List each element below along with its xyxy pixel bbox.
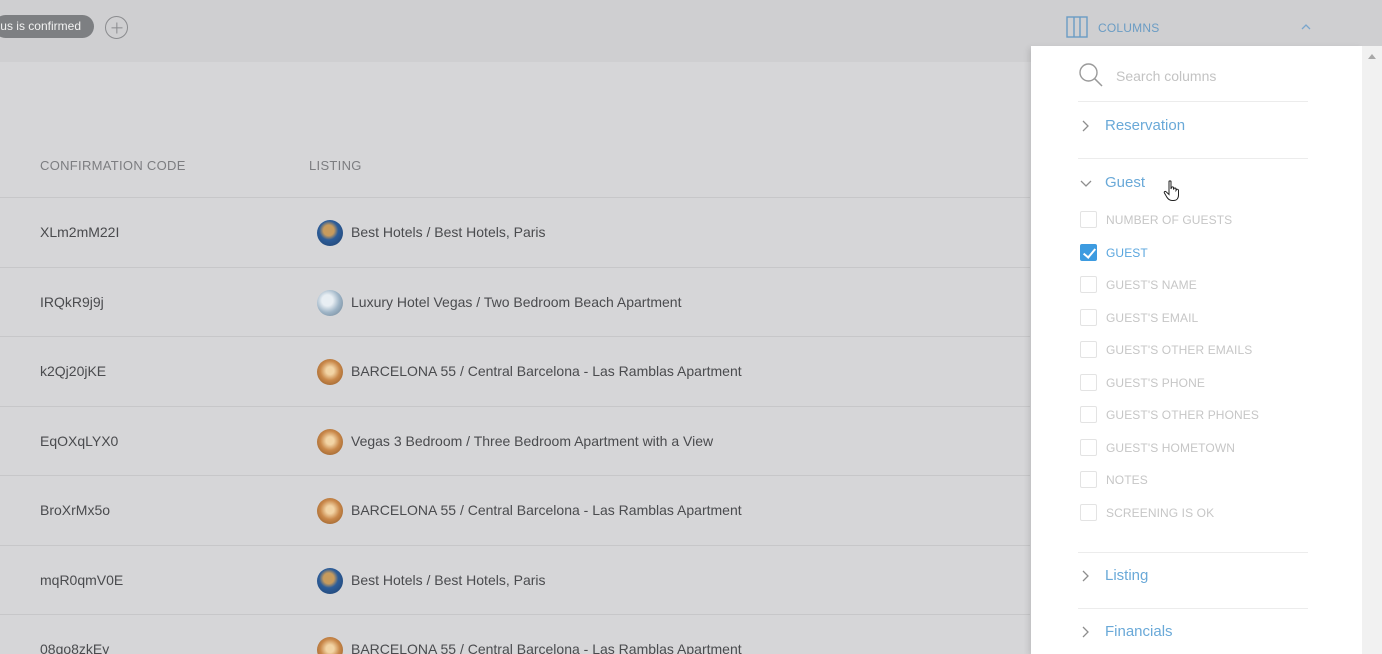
column-option-label: GUEST'S NAME [1106, 278, 1197, 292]
table-row[interactable]: EqOXqLYX0 Vegas 3 Bedroom / Three Bedroom… [0, 407, 1030, 476]
listing-name: Best Hotels / Best Hotels, Paris [351, 571, 546, 588]
column-option[interactable]: NUMBER OF GUESTS [1078, 210, 1308, 232]
group-listing[interactable]: Listing [1078, 567, 1308, 589]
listing-name: Luxury Hotel Vegas / Two Bedroom Beach A… [351, 293, 682, 310]
chevron-up-icon [1300, 20, 1312, 38]
table-row[interactable]: IRQkR9j9j Luxury Hotel Vegas / Two Bedroo… [0, 268, 1030, 337]
confirmation-code: EqOXqLYX0 [40, 432, 119, 449]
group-financials[interactable]: Financials [1078, 623, 1308, 645]
filter-chip[interactable]: us is confirmed [0, 15, 94, 38]
column-option[interactable]: SCREENING IS OK [1078, 503, 1308, 525]
column-option-label: NUMBER OF GUESTS [1106, 213, 1233, 227]
group-reservation[interactable]: Reservation [1078, 117, 1308, 139]
chevron-right-icon [1080, 119, 1092, 138]
column-checkbox[interactable] [1080, 243, 1097, 261]
divider [1078, 608, 1308, 609]
add-filter-button[interactable] [105, 16, 128, 39]
search-icon [1078, 62, 1104, 93]
table-header: CONFIRMATION CODE LISTING [0, 130, 1030, 198]
group-guest[interactable]: Guest [1078, 174, 1308, 196]
column-option-label: GUEST'S OTHER EMAILS [1106, 343, 1253, 357]
column-option[interactable]: GUEST'S HOMETOWN [1078, 438, 1308, 460]
group-label-listing: Listing [1105, 567, 1149, 584]
table-row[interactable]: 08qo8zkEy BARCELONA 55 / Central Barcelon… [0, 615, 1030, 654]
table-row[interactable]: k2Qj20jKE BARCELONA 55 / Central Barcelon… [0, 337, 1030, 407]
column-checkbox[interactable] [1080, 471, 1097, 488]
listing-thumbnail [317, 567, 343, 594]
listing-name: BARCELONA 55 / Central Barcelona - Las R… [351, 363, 742, 379]
scroll-up-icon[interactable] [1368, 54, 1376, 59]
header-confirmation-code[interactable]: CONFIRMATION CODE [40, 158, 186, 173]
column-option-label: GUEST'S HOMETOWN [1106, 440, 1236, 455]
columns-icon [1066, 16, 1088, 43]
columns-toggle-button[interactable]: COLUMNS [1066, 14, 1326, 40]
group-label-guest: Guest [1105, 174, 1146, 191]
column-option-label: GUEST'S EMAIL [1106, 310, 1199, 325]
group-label-financials: Financials [1105, 623, 1173, 640]
column-option[interactable]: GUEST'S OTHER PHONES [1078, 405, 1308, 427]
column-checkbox[interactable] [1080, 373, 1097, 391]
columns-dropdown-panel: Reservation Guest NUMBER OF GUESTS GUEST G… [1031, 46, 1362, 654]
listing-thumbnail [317, 220, 343, 246]
table-row[interactable]: mqR0qmV0E Best Hotels / Best Hotels, Pari… [0, 546, 1030, 615]
chevron-right-icon [1080, 569, 1092, 588]
column-option[interactable]: GUEST'S OTHER EMAILS [1078, 340, 1308, 362]
listing-name: BARCELONA 55 / Central Barcelona - Las R… [351, 641, 742, 654]
listing-thumbnail [317, 289, 343, 316]
column-option[interactable]: GUEST'S PHONE [1078, 373, 1308, 395]
column-option[interactable]: NOTES [1078, 470, 1308, 492]
column-option-label: SCREENING IS OK [1106, 505, 1215, 520]
hand-cursor-icon [1163, 180, 1181, 207]
listing-name: Best Hotels / Best Hotels, Paris [351, 224, 546, 240]
column-option-label: GUEST'S OTHER PHONES [1106, 408, 1259, 422]
chevron-right-icon [1080, 625, 1092, 644]
listing-thumbnail [317, 359, 343, 385]
confirmation-code: BroXrMx5o [40, 502, 111, 518]
search-columns-input[interactable] [1116, 64, 1296, 88]
group-label-reservation: Reservation [1105, 117, 1186, 134]
column-checkbox[interactable] [1080, 341, 1097, 358]
divider [1078, 552, 1308, 553]
confirmation-code: XLm2mM22I [40, 224, 120, 240]
column-checkbox[interactable] [1080, 276, 1097, 293]
divider [1078, 158, 1308, 159]
chevron-down-icon [1080, 176, 1092, 195]
column-search [1078, 58, 1308, 102]
header-listing[interactable]: LISTING [309, 158, 362, 173]
table-row[interactable]: BroXrMx5o BARCELONA 55 / Central Barcelon… [0, 476, 1030, 546]
listing-thumbnail [317, 428, 343, 455]
column-checkbox[interactable] [1080, 211, 1097, 228]
confirmation-code: IRQkR9j9j [40, 293, 104, 310]
column-checkbox[interactable] [1080, 438, 1097, 456]
column-checkbox[interactable] [1080, 308, 1097, 326]
columns-label: COLUMNS [1098, 21, 1160, 35]
confirmation-code: mqR0qmV0E [40, 571, 124, 588]
column-option[interactable]: GUEST'S NAME [1078, 275, 1308, 297]
column-checkbox[interactable] [1080, 406, 1097, 423]
column-option-label: GUEST'S PHONE [1106, 375, 1205, 390]
listing-name: BARCELONA 55 / Central Barcelona - Las R… [351, 502, 742, 518]
column-checkbox[interactable] [1080, 503, 1097, 521]
confirmation-code: k2Qj20jKE [40, 363, 107, 379]
column-option-label: NOTES [1106, 473, 1148, 487]
column-option[interactable]: GUEST'S EMAIL [1078, 308, 1308, 330]
confirmation-code: 08qo8zkEy [40, 641, 110, 654]
listing-thumbnail [317, 637, 343, 654]
listing-thumbnail [317, 498, 343, 524]
column-option-label: GUEST [1106, 245, 1148, 260]
listing-name: Vegas 3 Bedroom / Three Bedroom Apartmen… [351, 432, 714, 449]
column-option[interactable]: GUEST [1078, 243, 1308, 265]
table-row[interactable]: XLm2mM22I Best Hotels / Best Hotels, Pari… [0, 198, 1030, 268]
panel-scrollbar[interactable] [1362, 46, 1382, 654]
